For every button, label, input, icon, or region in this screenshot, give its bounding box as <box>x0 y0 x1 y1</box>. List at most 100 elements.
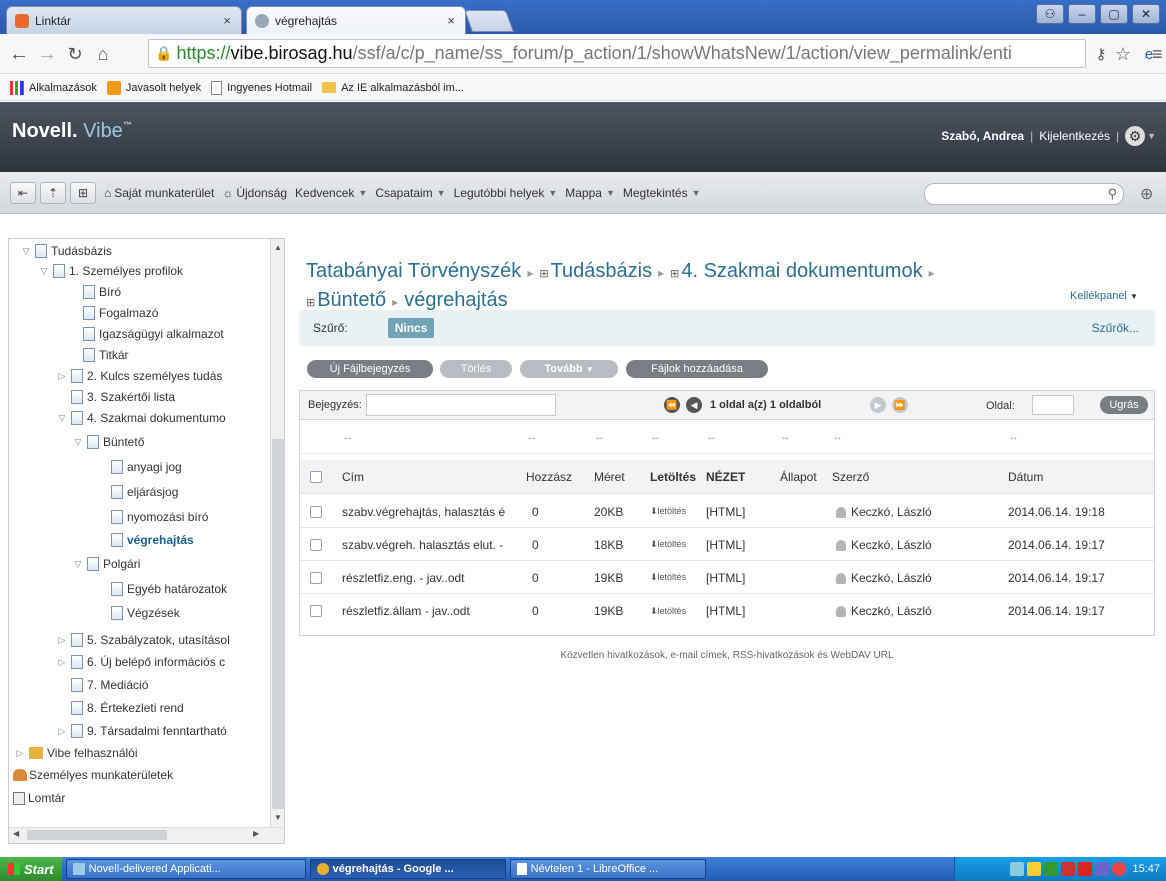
scroll-down-icon[interactable]: ▼ <box>274 813 282 822</box>
add-icon[interactable]: ⊕ <box>1140 184 1153 204</box>
tree-item[interactable]: 9. Társadalmi fenntartható <box>87 724 227 738</box>
close-tab-icon[interactable]: × <box>447 13 455 28</box>
author-link[interactable]: Keczkó, László <box>836 538 932 552</box>
download-link[interactable]: ⬇letöltés <box>650 539 704 550</box>
taskbar-item-active[interactable]: végrehajtás - Google ... <box>309 859 506 879</box>
tree-scrollbar-thumb[interactable] <box>272 439 284 809</box>
maximize-button[interactable]: ▢ <box>1100 4 1128 24</box>
view-html-link[interactable]: [HTML] <box>706 604 745 618</box>
bookmark-suggested[interactable]: Javasolt helyek <box>106 80 201 95</box>
expand-icon[interactable]: ⊞ <box>306 297 315 309</box>
tree-item[interactable]: Titkár <box>99 348 129 362</box>
tree-item[interactable]: 8. Értekezleti rend <box>87 701 184 715</box>
file-title-link[interactable]: szabv.végreh. halasztás elut. - <box>342 538 522 552</box>
new-tab-button[interactable] <box>463 10 515 32</box>
bookmark-apps[interactable]: Alkalmazások <box>10 80 97 95</box>
scroll-left-icon[interactable]: ◀ <box>13 829 19 838</box>
start-button[interactable]: Start <box>0 857 62 881</box>
close-window-button[interactable]: ✕ <box>1132 4 1160 24</box>
menu-icon[interactable]: ≡ <box>1152 44 1163 65</box>
bookmark-hotmail[interactable]: Ingyenes Hotmail <box>211 80 312 95</box>
download-link[interactable]: ⬇letöltés <box>650 606 704 617</box>
tray-network-icon[interactable] <box>1010 862 1025 876</box>
tray-shield-icon[interactable] <box>1095 862 1110 876</box>
forward-arrow-icon[interactable]: → <box>34 41 60 67</box>
resize-handle-icon[interactable]: ↔ <box>342 431 353 443</box>
tree-item-selected[interactable]: végrehajtás <box>127 533 194 547</box>
column-header[interactable]: NÉZET <box>706 470 745 484</box>
star-icon[interactable]: ☆ <box>1110 41 1136 67</box>
tree-item[interactable]: Egyéb határozatok <box>127 582 227 596</box>
tree-item[interactable]: eljárásjog <box>127 485 178 499</box>
column-header[interactable]: Dátum <box>1008 470 1043 484</box>
nav-my-workspace[interactable]: ⌂ Saját munkaterület <box>104 186 214 200</box>
taskbar-item[interactable]: Névtelen 1 - LibreOffice ... <box>509 859 706 879</box>
filter-value-badge[interactable]: Nincs <box>387 318 435 338</box>
column-header[interactable]: Állapot <box>780 470 828 484</box>
up-arrow-icon[interactable]: ⇡ <box>40 181 66 204</box>
tray-flag-icon[interactable] <box>1061 862 1076 876</box>
row-checkbox[interactable] <box>310 605 322 617</box>
tree-item[interactable]: Tudásbázis <box>51 244 112 258</box>
tab-linktar[interactable]: Linktár × <box>6 6 242 34</box>
expanded-arrow-icon[interactable]: ▽ <box>55 413 69 424</box>
row-checkbox[interactable] <box>310 571 322 584</box>
resize-handle-icon[interactable]: ↔ <box>1008 431 1019 443</box>
resize-handle-icon[interactable]: ↔ <box>706 431 717 443</box>
tree-item[interactable]: 4. Szakmai dokumentumo <box>87 411 226 425</box>
nav-whats-new[interactable]: ☼ Újdonság <box>222 186 287 200</box>
nav-teams[interactable]: Csapataim ▼ <box>375 186 445 200</box>
close-tab-icon[interactable]: × <box>223 13 231 28</box>
view-html-link[interactable]: [HTML] <box>706 571 745 585</box>
file-title-link[interactable]: szabv.végrehajtás, halasztás é <box>342 505 522 519</box>
collapsed-arrow-icon[interactable]: ▷ <box>55 726 69 737</box>
nav-recent[interactable]: Legutóbbi helyek ▼ <box>454 186 558 200</box>
minimize-button[interactable]: – <box>1068 4 1096 24</box>
column-header[interactable]: Méret <box>594 470 625 484</box>
go-button[interactable]: Ugrás <box>1100 396 1148 414</box>
tree-item[interactable]: 5. Szabályzatok, utasításol <box>87 633 230 647</box>
tree-item[interactable]: 6. Új belépő információs c <box>87 655 225 669</box>
bookmark-ie-import[interactable]: Az IE alkalmazásból im... <box>322 82 464 94</box>
table-row[interactable]: részletfiz.állam - jav..odt 0 19KB ⬇letö… <box>300 595 1154 627</box>
resize-handle-icon[interactable]: ↔ <box>832 431 843 443</box>
tree-item[interactable]: Személyes munkaterületek <box>29 768 173 782</box>
entry-input[interactable] <box>365 394 556 416</box>
tree-icon[interactable]: ⊞ <box>70 181 96 204</box>
expand-icon[interactable]: ⊞ <box>670 268 679 280</box>
tray-app-icon[interactable] <box>1044 862 1059 876</box>
scroll-up-icon[interactable]: ▲ <box>274 243 282 252</box>
tree-h-scrollbar-thumb[interactable] <box>27 830 167 840</box>
breadcrumb-item[interactable]: Büntető <box>317 289 386 311</box>
tree-item[interactable]: 1. Személyes profilok <box>69 264 183 278</box>
tree-item[interactable]: Büntető <box>103 435 144 449</box>
address-bar[interactable]: 🔒 https:// vibe.birosag.hu /ssf/a/c/p_na… <box>148 39 1086 68</box>
filters-link[interactable]: Szűrők... <box>1092 321 1139 335</box>
expand-icon[interactable]: ⊞ <box>539 268 548 280</box>
page-number-input[interactable] <box>1032 395 1074 415</box>
scroll-right-icon[interactable]: ▶ <box>253 829 259 838</box>
column-header[interactable]: Hozzász <box>526 470 588 484</box>
tab-vegrehajtas[interactable]: végrehajtás × <box>246 6 466 34</box>
file-title-link[interactable]: részletfiz.állam - jav..odt <box>342 604 522 618</box>
prev-page-icon[interactable]: ◀ <box>686 397 702 413</box>
back-arrow-icon[interactable]: ← <box>6 41 32 67</box>
tray-security-icon[interactable] <box>1112 862 1127 876</box>
nav-folder[interactable]: Mappa ▼ <box>565 186 615 200</box>
row-checkbox[interactable] <box>310 505 322 518</box>
tree-item[interactable]: Bíró <box>99 285 121 299</box>
accessories-panel-toggle[interactable]: Kellékpanel ▼ <box>1070 290 1138 302</box>
next-page-icon[interactable]: ▶ <box>870 397 886 413</box>
resize-handle-icon[interactable]: ↔ <box>780 431 791 443</box>
collapse-sidebar-icon[interactable]: ⇤ <box>10 181 36 204</box>
gear-icon[interactable]: ⚙ <box>1125 126 1146 146</box>
home-icon[interactable]: ⌂ <box>90 41 116 67</box>
file-title-link[interactable]: részletfiz.eng. - jav..odt <box>342 571 522 585</box>
new-file-entry-button[interactable]: Új Fájlbejegyzés <box>307 360 433 378</box>
more-button[interactable]: Tovább ▼ <box>520 360 618 378</box>
tree-item[interactable]: anyagi jog <box>127 460 182 474</box>
resize-handle-icon[interactable]: ↔ <box>594 431 605 443</box>
nav-favorites[interactable]: Kedvencek ▼ <box>295 186 367 200</box>
author-link[interactable]: Keczkó, László <box>836 604 932 618</box>
download-link[interactable]: ⬇letöltés <box>650 572 704 583</box>
